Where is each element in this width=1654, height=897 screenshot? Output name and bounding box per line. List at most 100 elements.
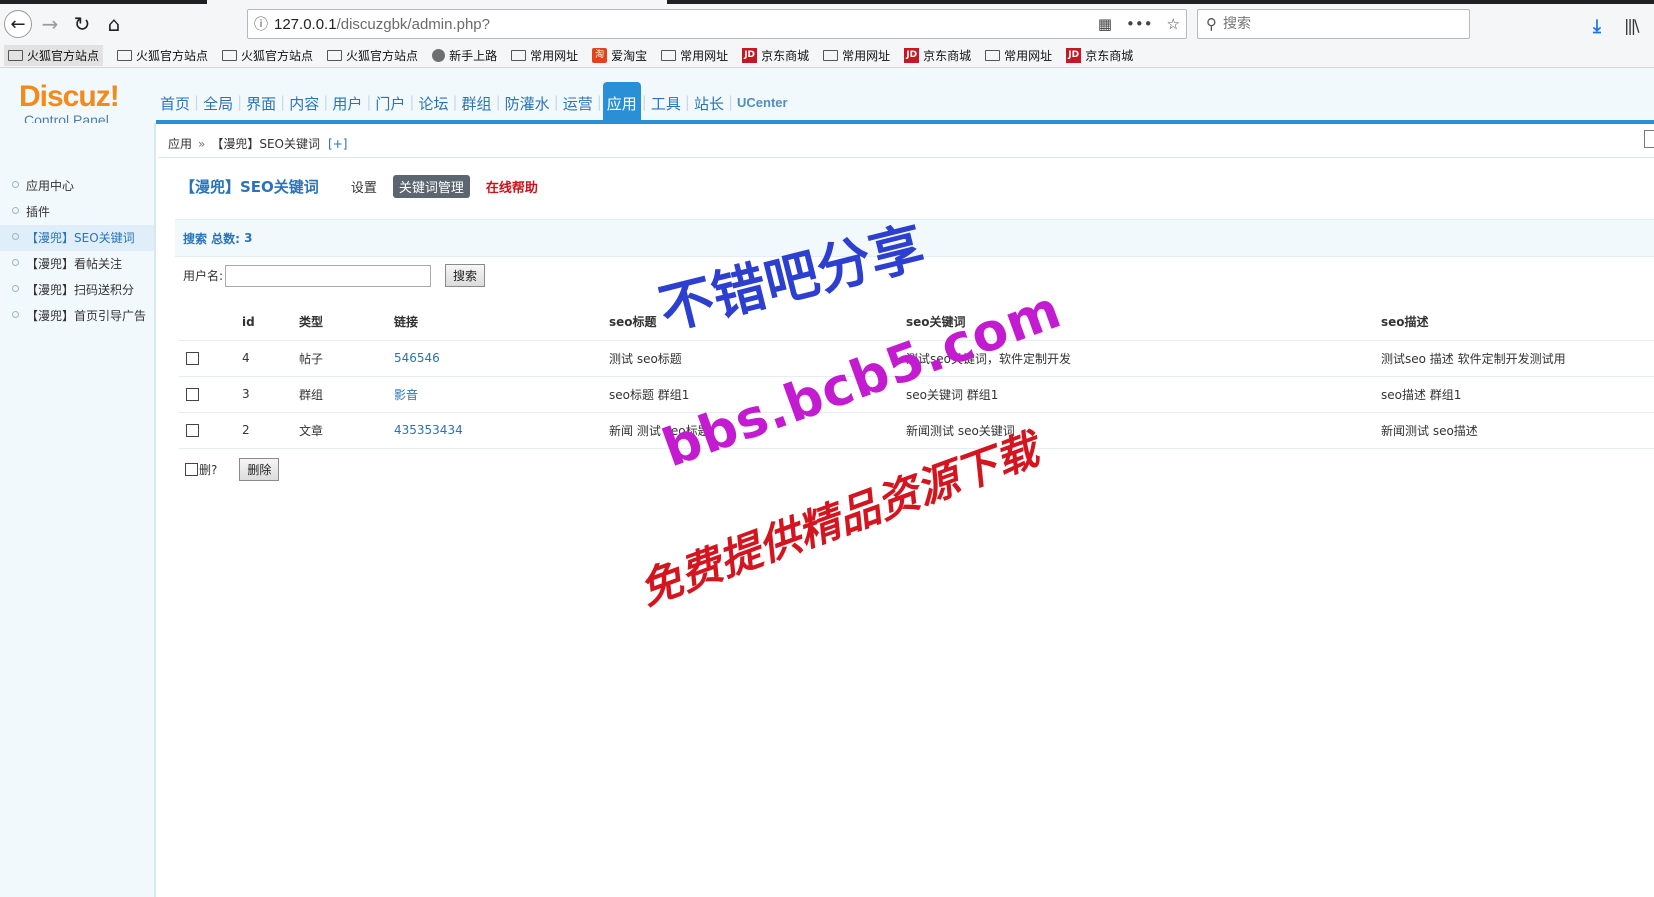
cell-keywords: 测试seo关键词，软件定制开发 (906, 340, 1381, 377)
back-arrow-icon[interactable]: ← (4, 10, 32, 38)
row-checkbox[interactable] (186, 352, 199, 365)
more-actions-icon[interactable]: ••• (1126, 15, 1153, 33)
nav-item[interactable]: 论坛 (415, 82, 451, 122)
nav-underline (156, 120, 1654, 124)
bookmark-item[interactable]: 火狐官方站点 (222, 47, 313, 64)
breadcrumb-root[interactable]: 应用 (168, 135, 192, 152)
bookmark-label: 火狐官方站点 (346, 49, 419, 63)
sidebar-item[interactable]: 插件 (0, 199, 154, 225)
cell-desc: 测试seo 描述 软件定制开发测试用 (1381, 340, 1654, 377)
bookmark-item[interactable]: 新手上路 (432, 47, 497, 64)
table-row: 3 群组 影音 seo标题 群组1 seo关键词 群组1 seo描述 群组1 (178, 376, 1654, 413)
search-button[interactable]: 搜索 (445, 264, 486, 287)
cell-keywords: 新闻测试 seo关键词 (906, 412, 1381, 449)
delete-button[interactable]: 删除 (239, 458, 280, 481)
home-icon[interactable]: ⌂ (100, 10, 128, 38)
info-icon[interactable]: ⓘ (248, 14, 274, 34)
cell-type: 文章 (299, 412, 394, 449)
online-help-link[interactable]: 在线帮助 (486, 177, 538, 196)
sidebar-item[interactable]: 【漫兜】扫码送积分 (0, 277, 154, 303)
nav-item[interactable]: 内容 (286, 82, 322, 122)
bookmark-item[interactable]: JD 京东商城 (742, 47, 809, 64)
search-summary-label: 搜索 总数: (183, 231, 240, 246)
bookmark-label: 常用网址 (530, 49, 579, 63)
nav-item[interactable]: 防灌水 (502, 82, 553, 122)
cell-id: 3 (242, 376, 299, 413)
nav-divider: | (596, 93, 602, 111)
library-icon[interactable]: |||\ (1624, 16, 1640, 35)
nav-item[interactable]: 用户 (329, 82, 365, 122)
bookmark-item[interactable]: 火狐官方站点 (327, 47, 418, 64)
bookmark-item[interactable]: 常用网址 (661, 47, 728, 64)
nav-item[interactable]: 站长 (691, 82, 727, 122)
qr-code-icon[interactable]: ▦ (1098, 15, 1112, 33)
table-header-row: id 类型 链接 seo标题 seo关键词 seo描述 (178, 304, 1654, 341)
nav-item[interactable]: 门户 (372, 82, 408, 122)
sidebar-item[interactable]: 【漫兜】SEO关键词 (0, 225, 154, 251)
reload-icon[interactable]: ↻ (68, 10, 96, 38)
folder-icon (117, 50, 133, 61)
nav-item[interactable]: 全局 (200, 82, 236, 122)
cell-title: seo标题 群组1 (609, 376, 906, 413)
tab-keyword-management[interactable]: 关键词管理 (392, 175, 470, 198)
folder-icon (823, 50, 839, 61)
globe-icon (432, 49, 446, 62)
sidebar-item[interactable]: 【漫兜】首页引导广告 (0, 303, 154, 329)
nav-item[interactable]: UCenter (734, 82, 791, 122)
row-select-cell (178, 376, 242, 413)
sidebar-item[interactable]: 应用中心 (0, 173, 154, 199)
discuz-logo[interactable]: Discuz! Control Panel (19, 82, 120, 129)
bookmark-item[interactable]: 常用网址 (511, 47, 578, 64)
nav-divider: | (553, 93, 559, 111)
bookmark-label: 常用网址 (842, 49, 891, 63)
bookmark-item[interactable]: 火狐官方站点 (4, 45, 104, 66)
row-link[interactable]: 影音 (394, 388, 418, 402)
bookmark-item[interactable]: 淘爱淘宝 (592, 47, 647, 64)
sidebar-item[interactable]: 【漫兜】看帖关注 (0, 251, 154, 277)
add-shortcut-link[interactable]: [+] (328, 137, 347, 151)
folder-icon (8, 50, 23, 61)
nav-item[interactable]: 运营 (560, 82, 596, 122)
bookmark-item[interactable]: 常用网址 (985, 47, 1052, 64)
nav-item[interactable]: 界面 (243, 82, 279, 122)
bookmark-item[interactable]: 火狐官方站点 (117, 47, 208, 64)
search-total-count: 3 (244, 231, 253, 245)
main-nav: 首页 | 全局 | 界面 | 内容 | 用户 | 门户 | 论坛 | 群组 | 防灌水 | 运营 | 应用 | 工具 | 站长 |… (156, 82, 792, 122)
bookmark-item[interactable]: JD 京东商城 (1066, 47, 1133, 64)
bookmark-item[interactable]: 常用网址 (823, 47, 890, 64)
header-type: 类型 (299, 304, 394, 341)
forward-arrow-icon[interactable]: → (36, 10, 64, 38)
row-link[interactable]: 546546 (394, 351, 440, 365)
browser-search-box[interactable]: ⚲ (1197, 9, 1470, 39)
bookmark-star-icon[interactable]: ☆ (1167, 15, 1180, 33)
nav-item[interactable]: 应用 (602, 82, 641, 122)
delete-confirm-checkbox[interactable] (185, 463, 198, 476)
breadcrumb-separator: » (198, 136, 206, 151)
sidebar: 应用中心 插件 【漫兜】SEO关键词 【漫兜】看帖关注 【漫兜】扫码送积分 【漫兜】首页引… (0, 123, 156, 897)
header-seo-description: seo描述 (1381, 304, 1654, 341)
nav-item[interactable]: 首页 (157, 82, 193, 122)
bookmark-label: 爱淘宝 (611, 49, 648, 63)
bookmark-label: 常用网址 (1004, 49, 1053, 63)
row-link[interactable]: 435353434 (394, 423, 463, 437)
nav-divider: | (452, 93, 458, 111)
cell-title: 新闻 测试 seo标题 (609, 412, 906, 449)
row-checkbox[interactable] (186, 424, 199, 437)
keyword-table: id 类型 链接 seo标题 seo关键词 seo描述 4 帖子 546546 测试 … (178, 304, 1654, 449)
nav-divider: | (641, 93, 647, 111)
url-text[interactable]: 127.0.0.1/discuzgbk/admin.php? (274, 16, 490, 33)
cell-id: 2 (242, 412, 299, 449)
browser-search-input[interactable] (1223, 16, 1423, 32)
bookmark-label: 京东商城 (1085, 49, 1134, 63)
username-input[interactable] (225, 264, 432, 287)
row-checkbox[interactable] (186, 388, 199, 401)
address-bar[interactable]: ⓘ 127.0.0.1/discuzgbk/admin.php? ▦ ••• ☆ (247, 9, 1187, 39)
frame-toggle-box[interactable] (1644, 130, 1654, 148)
download-icon[interactable]: ⤓ (1593, 16, 1601, 37)
folder-icon (222, 50, 238, 61)
jd-icon: JD (1066, 48, 1082, 63)
nav-item[interactable]: 工具 (648, 82, 684, 122)
tab-settings[interactable]: 设置 (345, 175, 383, 198)
bookmark-item[interactable]: JD 京东商城 (904, 47, 971, 64)
nav-item[interactable]: 群组 (459, 82, 495, 122)
